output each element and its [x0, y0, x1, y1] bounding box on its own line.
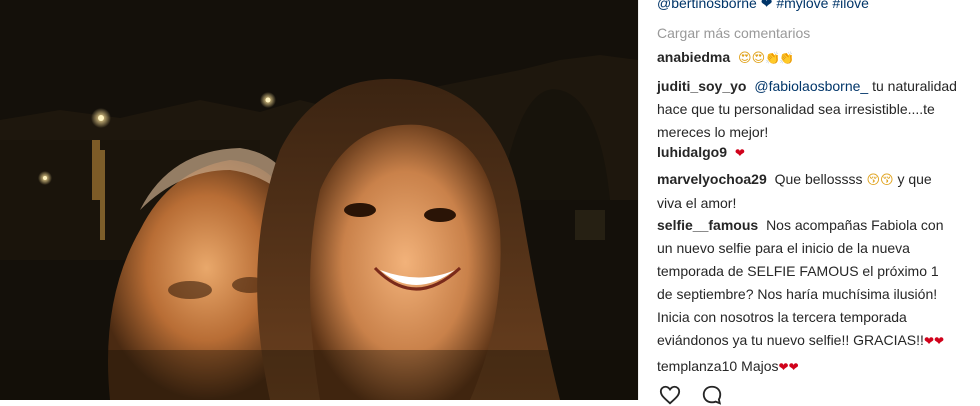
comment-item: marvelyochoa29 Que bellossss 😚😚 y que vi… — [657, 168, 957, 215]
post-photo[interactable] — [0, 0, 638, 400]
comment-username[interactable]: marvelyochoa29 — [657, 171, 767, 187]
comment-item: templanza10 Majos❤❤ — [657, 355, 957, 379]
load-more-comments-link[interactable]: Cargar más comentarios — [657, 23, 810, 43]
comment-username[interactable]: selfie__famous — [657, 217, 758, 233]
comment-username[interactable]: luhidalgo9 — [657, 144, 727, 160]
comment-bubble-icon[interactable] — [701, 384, 723, 406]
like-heart-icon[interactable] — [659, 384, 681, 406]
comment-mention[interactable]: @fabiolaosborne_ — [754, 78, 868, 94]
comment-item: luhidalgo9 ❤ — [657, 141, 957, 165]
clapping-hands-emoji-icon: 👏👏 — [765, 51, 794, 65]
comment-text: Majos — [741, 358, 779, 374]
selfie-image — [0, 0, 638, 400]
comment-username[interactable]: templanza10 — [657, 358, 737, 374]
caption-tail[interactable]: @bertinosborne ❤ #mylove #ilove — [657, 0, 869, 13]
comments-panel: @bertinosborne ❤ #mylove #ilove Cargar m… — [638, 0, 980, 405]
comment-username[interactable]: juditi_soy_yo — [657, 78, 746, 94]
comment-item: selfie__famous Nos acompañas Fabiola con… — [657, 214, 957, 353]
comment-item: anabiedma 😍😍👏👏 — [657, 46, 957, 70]
comment-item: juditi_soy_yo @fabiolaosborne_ tu natura… — [657, 75, 957, 144]
kissing-face-emoji-icon: 😚😚 — [866, 173, 894, 188]
post-actions — [659, 384, 723, 406]
red-heart-emoji-icon: ❤❤ — [923, 334, 945, 348]
comment-text: Que bellossss — [774, 171, 863, 187]
comment-username[interactable]: anabiedma — [657, 49, 730, 65]
red-heart-emoji-icon: ❤❤ — [778, 360, 799, 374]
smiling-heart-eyes-emoji-icon: 😍😍 — [738, 51, 766, 66]
red-heart-emoji-icon: ❤ — [734, 146, 745, 160]
comment-text: Nos acompañas Fabiola con un nuevo selfi… — [657, 217, 944, 348]
